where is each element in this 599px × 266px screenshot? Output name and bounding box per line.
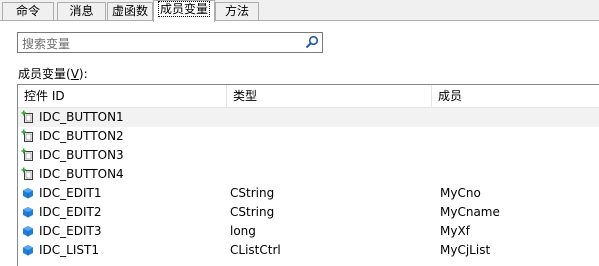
tab-virtual-functions[interactable]: 虚函数 <box>107 2 153 20</box>
members-label: 成员变量(V): <box>18 67 88 81</box>
control-id-cell: IDC_EDIT2 <box>21 203 231 222</box>
button-control-icon <box>21 167 35 181</box>
control-id-text: IDC_LIST1 <box>39 243 99 257</box>
list-item[interactable]: IDC_BUTTON3 <box>18 146 599 165</box>
control-id-cell: IDC_BUTTON3 <box>21 146 231 165</box>
tab-methods[interactable]: 方法 <box>215 2 259 20</box>
list-item[interactable]: IDC_EDIT1 CString MyCno <box>18 184 599 203</box>
control-id-cell: IDC_BUTTON2 <box>21 127 231 146</box>
member-cell: MyCjList <box>440 243 491 257</box>
control-id-text: IDC_EDIT3 <box>39 224 102 238</box>
tab-strip: 命令 消息 虚函数 成员变量 方法 <box>0 0 599 22</box>
control-id-text: IDC_BUTTON1 <box>39 110 124 124</box>
column-header-member[interactable]: 成员 <box>432 85 599 107</box>
button-control-icon <box>21 148 35 162</box>
search-icon[interactable] <box>305 35 319 49</box>
member-cell: MyCno <box>440 186 481 200</box>
control-id-cell: IDC_BUTTON1 <box>21 108 231 127</box>
list-item[interactable]: IDC_BUTTON1 <box>18 108 599 127</box>
variable-icon <box>21 243 35 257</box>
variable-icon <box>21 186 35 200</box>
button-control-icon <box>21 110 35 124</box>
list-item[interactable]: IDC_EDIT3 long MyXf <box>18 222 599 241</box>
list-item[interactable]: IDC_BUTTON4 <box>18 165 599 184</box>
type-cell: CString <box>230 186 275 200</box>
members-list[interactable]: 控件 ID 类型 成员 IDC_BUTTON1 IDC_BUTTON2 IDC_BU… <box>17 84 599 266</box>
button-control-icon <box>21 129 35 143</box>
type-cell: long <box>230 224 256 238</box>
control-id-cell: IDC_EDIT3 <box>21 222 231 241</box>
member-cell: MyCname <box>440 205 500 219</box>
tab-messages[interactable]: 消息 <box>57 2 106 20</box>
column-header-control-id[interactable]: 控件 ID <box>18 85 227 107</box>
control-id-cell: IDC_LIST1 <box>21 241 231 260</box>
member-variables-panel: 搜索变量 成员变量(V): 控件 ID 类型 成员 IDC_BUTTON1 IDC… <box>0 21 599 266</box>
control-id-text: IDC_BUTTON4 <box>39 167 124 181</box>
variable-icon <box>21 205 35 219</box>
list-header: 控件 ID 类型 成员 <box>18 85 599 108</box>
control-id-text: IDC_EDIT1 <box>39 186 102 200</box>
tab-commands[interactable]: 命令 <box>2 2 54 20</box>
control-id-cell: IDC_BUTTON4 <box>21 165 231 184</box>
tab-member-variables[interactable]: 成员变量 <box>153 0 215 22</box>
column-header-type[interactable]: 类型 <box>227 85 432 107</box>
list-item[interactable]: IDC_LIST1 CListCtrl MyCjList <box>18 241 599 260</box>
control-id-text: IDC_EDIT2 <box>39 205 102 219</box>
list-item[interactable]: IDC_BUTTON2 <box>18 127 599 146</box>
list-item[interactable]: IDC_EDIT2 CString MyCname <box>18 203 599 222</box>
control-id-text: IDC_BUTTON2 <box>39 129 124 143</box>
control-id-text: IDC_BUTTON3 <box>39 148 124 162</box>
variable-icon <box>21 224 35 238</box>
member-cell: MyXf <box>440 224 470 238</box>
control-id-cell: IDC_EDIT1 <box>21 184 231 203</box>
type-cell: CString <box>230 205 275 219</box>
type-cell: CListCtrl <box>230 243 281 257</box>
search-placeholder: 搜索变量 <box>22 37 71 51</box>
search-input[interactable]: 搜索变量 <box>17 32 323 53</box>
